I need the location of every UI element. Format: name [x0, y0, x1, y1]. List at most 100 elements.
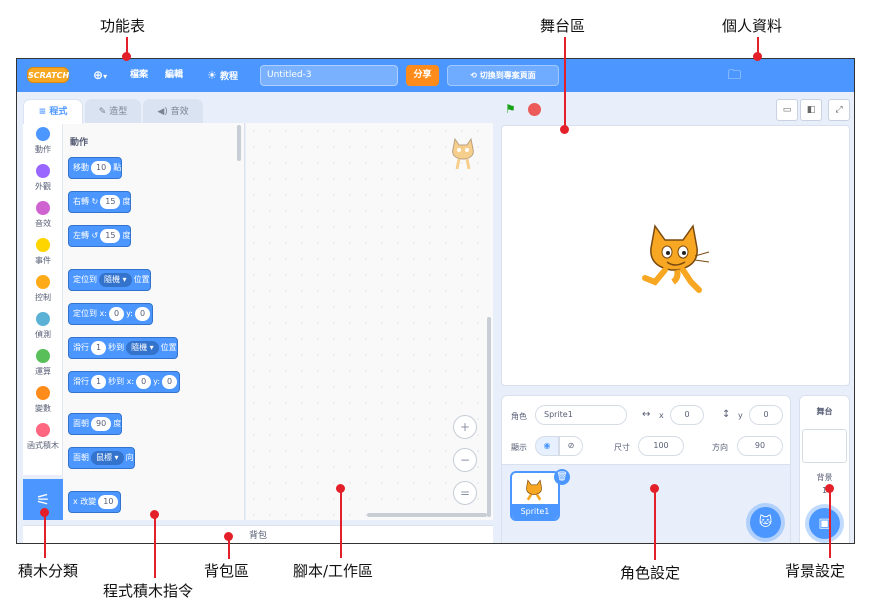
fullscreen-button[interactable]: ⤢ [828, 99, 850, 121]
project-title-input[interactable]: Untitled-3 [260, 65, 398, 86]
annotation-script-area: 腳本/工作區 [293, 562, 374, 580]
small-stage-button[interactable]: ▭ [776, 99, 798, 121]
category-variables[interactable]: 變數 [23, 386, 63, 414]
sprite-name-input[interactable]: Sprite1 [535, 405, 627, 425]
palette-scrollbar[interactable] [237, 125, 241, 161]
stage-panel-title: 舞台 [816, 407, 833, 416]
my-stuff-folder-icon[interactable]: 🗀 [728, 59, 741, 92]
annotation-profile: 個人資料 [722, 17, 783, 35]
pointer-dot-backpack [224, 532, 233, 541]
size-input[interactable]: 100 [638, 436, 684, 456]
annotation-backpack-area: 背包區 [204, 562, 250, 580]
category-operators[interactable]: 運算 [23, 349, 63, 377]
block-change-x[interactable]: x 改變 10 [68, 491, 122, 513]
block-point-towards[interactable]: 面朝 鼠標 ▾ 向 [68, 447, 135, 469]
backpack[interactable]: 背包 [23, 525, 493, 543]
sprite-list: Sprite1 🗑 🐱 [501, 465, 791, 543]
annotation-menu-bar: 功能表 [100, 17, 146, 35]
normal-stage-button[interactable]: ◧ [800, 99, 822, 121]
x-position-input[interactable]: 0 [670, 405, 704, 425]
category-events[interactable]: 事件 [23, 238, 63, 266]
menu-bar: SCRATCH ⊕▾ 檔案 編輯 ☀ 教程 Untitled-3 分享 ⟲ 切換… [17, 59, 854, 92]
block-goto-xy[interactable]: 定位到 x: 0 y: 0 [68, 303, 154, 325]
sound-swatch [36, 201, 50, 215]
sprite-watermark-icon [452, 137, 474, 170]
scratch-editor: SCRATCH ⊕▾ 檔案 編輯 ☀ 教程 Untitled-3 分享 ⟲ 切換… [16, 58, 855, 544]
sensing-swatch [36, 312, 50, 326]
lightbulb-icon: ☀ [207, 69, 217, 82]
choose-sprite-button[interactable]: 🐱 [750, 507, 781, 538]
annotation-block-palette: 程式積木指令 [103, 582, 194, 600]
annotation-backdrop-settings: 背景設定 [785, 562, 846, 580]
block-move-steps[interactable]: 移動 10 點 [68, 157, 123, 179]
block-turn-right[interactable]: 右轉 ↻ 15 度 [68, 191, 132, 213]
tab-sounds[interactable]: ◀) 音效 [143, 99, 203, 124]
pointer-dot-sprite [650, 484, 659, 493]
delete-sprite-icon[interactable]: 🗑 [554, 469, 570, 485]
x-arrow-icon: ↔ [642, 409, 651, 420]
see-project-page-button[interactable]: ⟲ 切換到專案頁面 [447, 65, 559, 86]
block-glide-xy[interactable]: 滑行 1 秒到 x: 0 y: 0 [68, 371, 181, 393]
block-turn-left[interactable]: 左轉 ↺ 15 度 [68, 225, 132, 247]
sprite-info-panel: 角色 Sprite1 ↔ x 0 ↕ y 0 顯示 ◉ ⊘ 尺寸 100 方向 … [501, 395, 791, 465]
tab-code-label: 程式 [49, 107, 68, 117]
category-sound[interactable]: 音效 [23, 201, 63, 229]
tab-code[interactable]: ≡ 程式 [23, 99, 83, 124]
tab-costumes-label: 造型 [109, 107, 128, 117]
stop-icon[interactable] [528, 103, 541, 116]
pointer-dot-profile [753, 52, 762, 61]
backdrops-label: 背景 [816, 473, 833, 482]
menu-tutorials[interactable]: ☀ 教程 [207, 59, 238, 92]
pointer-line-script [340, 490, 342, 558]
sprite-thumbnail[interactable]: Sprite1 🗑 [510, 469, 570, 521]
switch-icon: ⟲ [470, 71, 477, 80]
category-my-blocks[interactable]: 函式積木 [23, 423, 63, 451]
show-visible-button[interactable]: ◉ [535, 436, 559, 456]
share-button[interactable]: 分享 [406, 65, 439, 86]
tab-costumes[interactable]: ✎ 造型 [85, 99, 141, 124]
block-palette: 動作 移動 10 點 右轉 ↻ 15 度 左轉 ↺ 15 度 定位到 隨機 ▾ 位置 定位到 x… [63, 123, 245, 520]
menu-edit[interactable]: 編輯 [165, 59, 183, 92]
y-position-input[interactable]: 0 [749, 405, 783, 425]
backdrop-thumbnail[interactable] [802, 429, 847, 463]
brush-icon: ✎ [98, 107, 107, 117]
category-looks[interactable]: 外觀 [23, 164, 63, 192]
category-sensing[interactable]: 偵測 [23, 312, 63, 340]
looks-swatch [36, 164, 50, 178]
zoom-out-button[interactable]: − [453, 448, 477, 472]
green-flag-icon[interactable]: ⚑ [505, 102, 516, 116]
rotate-left-icon: ↺ [91, 231, 99, 240]
show-hidden-button[interactable]: ⊘ [559, 436, 583, 456]
block-point-direction[interactable]: 面朝 90 度 [68, 413, 123, 435]
script-horizontal-scrollbar[interactable] [367, 513, 487, 517]
category-control[interactable]: 控制 [23, 275, 63, 303]
cat-sprite-icon[interactable] [637, 216, 717, 296]
pointer-dot-categories [40, 508, 49, 517]
scratch-logo[interactable]: SCRATCH [27, 67, 69, 83]
code-icon: ≡ [38, 107, 47, 117]
stage[interactable] [501, 125, 850, 386]
block-goto-target[interactable]: 定位到 隨機 ▾ 位置 [68, 269, 151, 291]
pointer-line-sprite [654, 490, 656, 560]
menu-file[interactable]: 檔案 [130, 59, 148, 92]
switch-label: 切換到專案頁面 [479, 71, 536, 80]
sprite-label: 角色 [511, 412, 527, 421]
globe-icon: ⊕ [93, 68, 104, 82]
script-vertical-scrollbar[interactable] [487, 317, 491, 517]
operators-swatch [36, 349, 50, 363]
script-area[interactable]: + − = [246, 123, 493, 520]
annotation-block-categories: 積木分類 [18, 562, 79, 580]
direction-input[interactable]: 90 [737, 436, 783, 456]
zoom-reset-button[interactable]: = [453, 481, 477, 505]
pointer-dot-backdrop [825, 484, 834, 493]
rotate-right-icon: ↻ [91, 197, 99, 206]
choose-backdrop-button[interactable]: ▣ [809, 508, 840, 539]
zoom-in-button[interactable]: + [453, 415, 477, 439]
category-motion[interactable]: 動作 [23, 127, 63, 155]
events-swatch [36, 238, 50, 252]
size-label: 尺寸 [614, 443, 630, 452]
block-glide-to-target[interactable]: 滑行 1 秒到 隨機 ▾ 位置 [68, 337, 178, 359]
stage-target-panel[interactable]: 舞台 背景 1 ▣ [799, 395, 850, 543]
variables-swatch [36, 386, 50, 400]
language-menu[interactable]: ⊕▾ [93, 59, 107, 92]
